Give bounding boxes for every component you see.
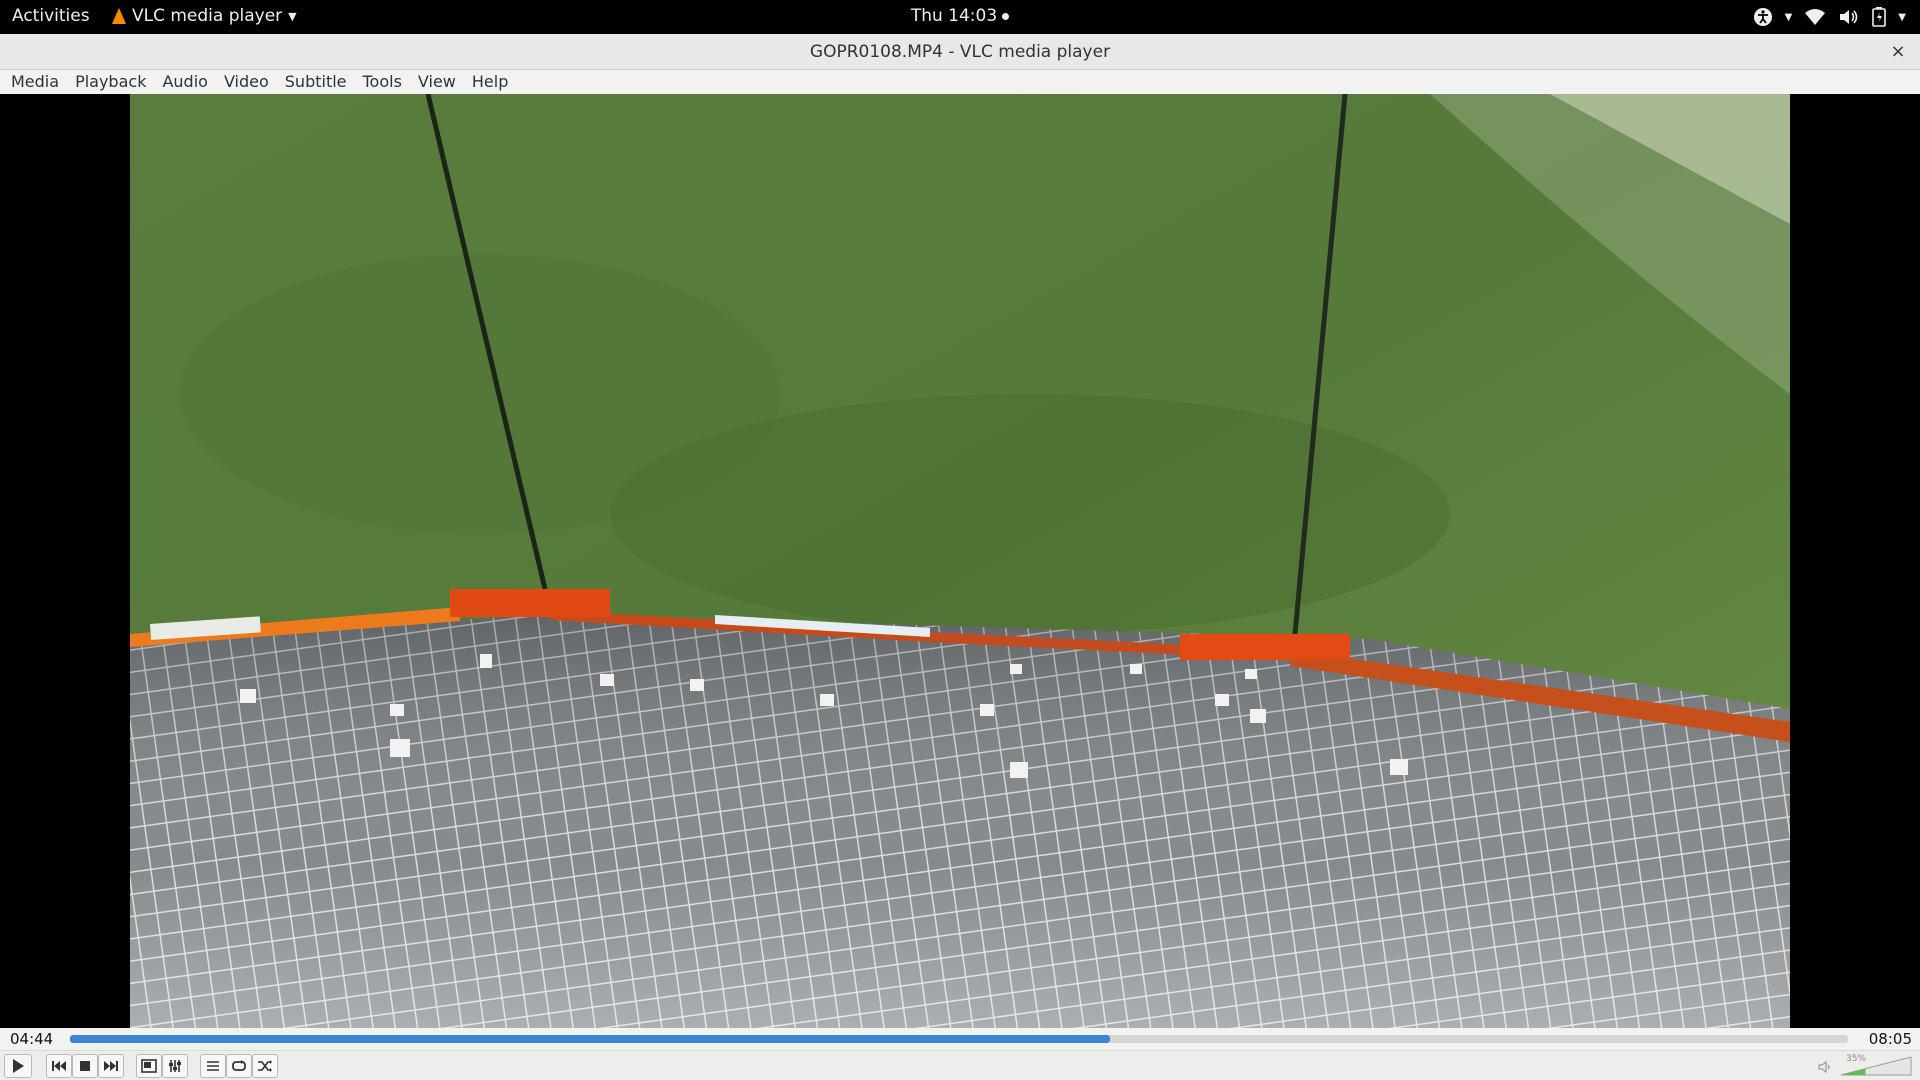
extended-settings-icon bbox=[169, 1060, 181, 1072]
play-button[interactable] bbox=[4, 1054, 32, 1078]
gnome-top-bar: Activities VLC media player ▼ Thu 14:03 … bbox=[0, 0, 1920, 34]
seek-progress bbox=[70, 1035, 1111, 1043]
menu-playback[interactable]: Playback bbox=[67, 70, 154, 94]
menu-bar: Media Playback Audio Video Subtitle Tool… bbox=[0, 70, 1920, 94]
chevron-down-icon[interactable]: ▼ bbox=[1898, 12, 1906, 23]
system-tray[interactable]: ▼ ▼ bbox=[1753, 4, 1906, 30]
loop-icon bbox=[232, 1060, 246, 1071]
elapsed-time[interactable]: 04:44 bbox=[10, 1030, 53, 1048]
fullscreen-icon bbox=[141, 1059, 157, 1073]
notification-dot-icon bbox=[1002, 12, 1010, 20]
next-icon bbox=[104, 1061, 118, 1071]
wifi-icon[interactable] bbox=[1804, 8, 1826, 26]
menu-subtitle[interactable]: Subtitle bbox=[277, 70, 355, 94]
activities-button[interactable]: Activities bbox=[12, 6, 90, 26]
clock[interactable]: Thu 14:03 bbox=[910, 6, 1010, 26]
previous-icon bbox=[52, 1061, 66, 1071]
volume-icon[interactable] bbox=[1838, 8, 1860, 26]
shuffle-icon bbox=[258, 1060, 272, 1072]
play-icon bbox=[13, 1059, 24, 1073]
speaker-icon bbox=[1818, 1061, 1830, 1073]
shuffle-button[interactable] bbox=[252, 1054, 278, 1078]
battery-icon[interactable] bbox=[1872, 7, 1887, 27]
vlc-cone-icon bbox=[112, 8, 126, 24]
video-frame bbox=[130, 94, 1790, 1028]
window-title: GOPR0108.MP4 - VLC media player bbox=[809, 42, 1111, 62]
control-bar: 35% bbox=[0, 1050, 1920, 1080]
next-button[interactable] bbox=[98, 1054, 124, 1078]
menu-help[interactable]: Help bbox=[464, 70, 516, 94]
volume-slider[interactable]: 35% bbox=[1804, 1054, 1914, 1078]
window-title-bar[interactable]: GOPR0108.MP4 - VLC media player × bbox=[0, 34, 1920, 70]
stop-button[interactable] bbox=[72, 1054, 98, 1078]
extended-settings-button[interactable] bbox=[162, 1054, 188, 1078]
close-button[interactable]: × bbox=[1888, 34, 1908, 70]
video-area[interactable] bbox=[0, 94, 1920, 1028]
chevron-down-icon[interactable]: ▼ bbox=[1785, 12, 1793, 23]
accessibility-icon[interactable] bbox=[1753, 7, 1773, 27]
app-menu-label: VLC media player bbox=[132, 6, 283, 26]
playlist-icon bbox=[207, 1061, 219, 1071]
menu-media[interactable]: Media bbox=[3, 70, 67, 94]
menu-video[interactable]: Video bbox=[216, 70, 277, 94]
app-menu[interactable]: VLC media player ▼ bbox=[112, 6, 297, 26]
loop-button[interactable] bbox=[226, 1054, 252, 1078]
fullscreen-button[interactable] bbox=[136, 1054, 162, 1078]
chevron-down-icon: ▼ bbox=[288, 9, 297, 23]
menu-view[interactable]: View bbox=[410, 70, 464, 94]
seek-slider[interactable] bbox=[70, 1035, 1848, 1043]
seek-bar-row: 04:44 08:05 bbox=[0, 1028, 1920, 1050]
menu-tools[interactable]: Tools bbox=[355, 70, 410, 94]
video-frame-image bbox=[130, 94, 1790, 1028]
previous-button[interactable] bbox=[46, 1054, 72, 1078]
playlist-button[interactable] bbox=[200, 1054, 226, 1078]
stop-icon bbox=[80, 1061, 90, 1071]
total-time[interactable]: 08:05 bbox=[1869, 1030, 1912, 1048]
clock-label: Thu 14:03 bbox=[910, 6, 998, 26]
menu-audio[interactable]: Audio bbox=[154, 70, 215, 94]
volume-wedge bbox=[1840, 1056, 1912, 1076]
